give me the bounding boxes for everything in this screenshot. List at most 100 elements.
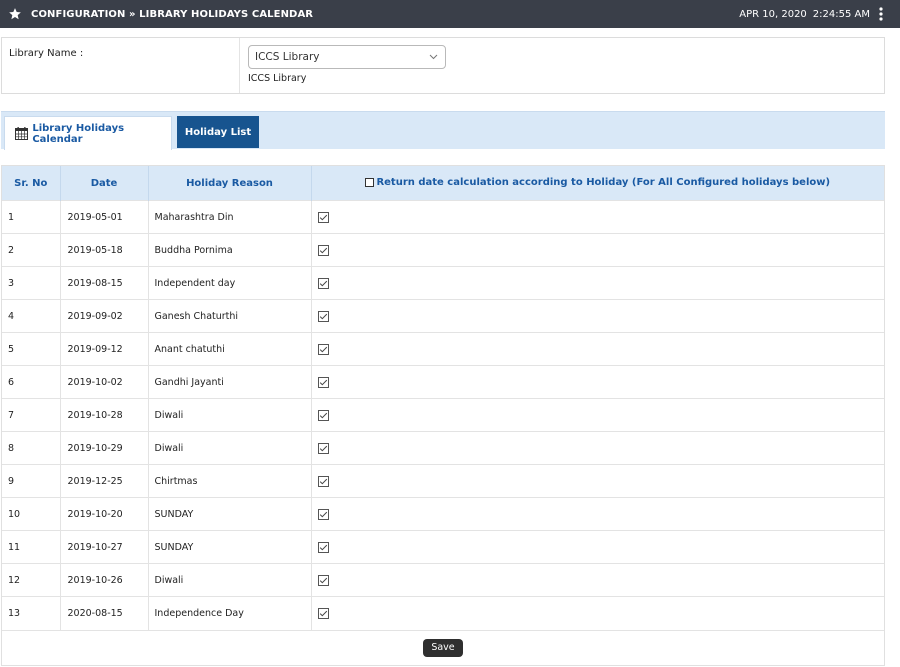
cell-date: 2019-10-28 <box>60 398 149 432</box>
breadcrumb: CONFIGURATION » LIBRARY HOLIDAYS CALENDA… <box>31 8 314 20</box>
return-date-checkbox[interactable] <box>317 409 329 421</box>
cell-sr-no: 3 <box>2 266 61 300</box>
cell-holiday-reason: Gandhi Jayanti <box>148 365 312 399</box>
cell-date: 2019-09-02 <box>60 299 149 333</box>
return-date-checkbox[interactable] <box>317 244 329 256</box>
cell-sr-no: 1 <box>2 200 61 234</box>
table-row: 13 2020-08-15 Independence Day <box>2 596 884 630</box>
tab-library-holidays-calendar[interactable]: Library Holidays Calendar <box>4 116 172 150</box>
return-date-checkbox[interactable] <box>317 343 329 355</box>
table-row: 10 2019-10-20 SUNDAY <box>2 497 884 531</box>
chevron-down-icon <box>429 53 439 61</box>
cell-sr-no: 4 <box>2 299 61 333</box>
column-header-holiday-reason: Holiday Reason <box>148 166 312 201</box>
cell-holiday-reason: Buddha Pornima <box>148 233 312 267</box>
star-icon[interactable] <box>7 6 23 22</box>
cell-holiday-reason: Independence Day <box>148 596 312 630</box>
cell-return-date-checkbox <box>311 563 884 597</box>
cell-date: 2019-05-18 <box>60 233 149 267</box>
cell-sr-no: 10 <box>2 497 61 531</box>
cell-date: 2019-05-01 <box>60 200 149 234</box>
return-date-checkbox[interactable] <box>317 607 329 619</box>
cell-sr-no: 8 <box>2 431 61 465</box>
library-caption: ICCS Library <box>248 73 307 84</box>
return-date-checkbox[interactable] <box>317 310 329 322</box>
cell-return-date-checkbox <box>311 464 884 498</box>
cell-return-date-checkbox <box>311 299 884 333</box>
cell-date: 2019-08-15 <box>60 266 149 300</box>
holiday-table: Sr. No Date Holiday Reason Return date c… <box>2 166 884 630</box>
table-row: 6 2019-10-02 Gandhi Jayanti <box>2 365 884 399</box>
tab-holiday-list[interactable]: Holiday List <box>177 116 259 148</box>
table-row: 2 2019-05-18 Buddha Pornima <box>2 233 884 267</box>
calendar-icon <box>15 127 28 141</box>
cell-date: 2019-10-27 <box>60 530 149 564</box>
cell-return-date-checkbox <box>311 266 884 300</box>
library-select[interactable]: ICCS Library <box>248 45 446 69</box>
library-name-label: Library Name : <box>9 48 84 59</box>
return-date-checkbox[interactable] <box>317 442 329 454</box>
holiday-table-container: Sr. No Date Holiday Reason Return date c… <box>1 165 885 666</box>
cell-date: 2020-08-15 <box>60 596 149 630</box>
return-date-checkbox[interactable] <box>317 508 329 520</box>
cell-sr-no: 11 <box>2 530 61 564</box>
return-date-checkbox[interactable] <box>317 376 329 388</box>
cell-sr-no: 7 <box>2 398 61 432</box>
top-bar: CONFIGURATION » LIBRARY HOLIDAYS CALENDA… <box>0 0 900 28</box>
cell-date: 2019-10-29 <box>60 431 149 465</box>
cell-holiday-reason: Anant chatuthi <box>148 332 312 366</box>
cell-return-date-checkbox <box>311 365 884 399</box>
cell-date: 2019-12-25 <box>60 464 149 498</box>
cell-return-date-checkbox <box>311 596 884 630</box>
cell-date: 2019-10-02 <box>60 365 149 399</box>
table-row: 9 2019-12-25 Chirtmas <box>2 464 884 498</box>
panel-divider <box>239 38 240 93</box>
cell-sr-no: 13 <box>2 596 61 630</box>
cell-date: 2019-10-20 <box>60 497 149 531</box>
cell-date: 2019-10-26 <box>60 563 149 597</box>
kebab-menu-icon[interactable] <box>878 7 884 21</box>
column-header-sr-no: Sr. No <box>2 166 61 201</box>
tab-label: Library Holidays Calendar <box>32 122 125 145</box>
current-date: APR 10, 2020 <box>739 8 807 20</box>
column-header-date: Date <box>60 166 149 201</box>
cell-holiday-reason: SUNDAY <box>148 530 312 564</box>
table-row: 1 2019-05-01 Maharashtra Din <box>2 200 884 234</box>
cell-sr-no: 9 <box>2 464 61 498</box>
return-date-checkbox[interactable] <box>317 574 329 586</box>
table-row: 8 2019-10-29 Diwali <box>2 431 884 465</box>
cell-holiday-reason: Diwali <box>148 431 312 465</box>
cell-date: 2019-09-12 <box>60 332 149 366</box>
cell-return-date-checkbox <box>311 431 884 465</box>
table-row: 7 2019-10-28 Diwali <box>2 398 884 432</box>
library-selector-panel: Library Name : ICCS Library ICCS Library <box>1 37 885 94</box>
save-button[interactable]: Save <box>423 638 463 657</box>
return-date-checkbox[interactable] <box>317 475 329 487</box>
cell-holiday-reason: Diwali <box>148 398 312 432</box>
datetime: APR 10, 2020 2:24:55 AM <box>739 7 900 21</box>
return-date-checkbox[interactable] <box>317 541 329 553</box>
current-time: 2:24:55 AM <box>812 8 870 20</box>
cell-return-date-checkbox <box>311 332 884 366</box>
select-all-checkbox[interactable] <box>365 177 375 187</box>
cell-return-date-checkbox <box>311 530 884 564</box>
cell-return-date-checkbox <box>311 398 884 432</box>
cell-holiday-reason: Ganesh Chaturthi <box>148 299 312 333</box>
tab-strip: Library Holidays Calendar Holiday List <box>1 111 885 150</box>
cell-sr-no: 12 <box>2 563 61 597</box>
return-date-checkbox[interactable] <box>317 277 329 289</box>
cell-return-date-checkbox <box>311 233 884 267</box>
cell-holiday-reason: Independent day <box>148 266 312 300</box>
cell-sr-no: 2 <box>2 233 61 267</box>
column-header-return-date-calculation: Return date calculation according to Hol… <box>311 166 884 201</box>
cell-holiday-reason: Maharashtra Din <box>148 200 312 234</box>
table-row: 3 2019-08-15 Independent day <box>2 266 884 300</box>
cell-holiday-reason: Chirtmas <box>148 464 312 498</box>
cell-return-date-checkbox <box>311 497 884 531</box>
cell-sr-no: 6 <box>2 365 61 399</box>
table-row: 12 2019-10-26 Diwali <box>2 563 884 597</box>
return-date-checkbox[interactable] <box>317 211 329 223</box>
cell-sr-no: 5 <box>2 332 61 366</box>
return-date-calculation-label: Return date calculation according to Hol… <box>376 176 831 188</box>
table-row: 5 2019-09-12 Anant chatuthi <box>2 332 884 366</box>
